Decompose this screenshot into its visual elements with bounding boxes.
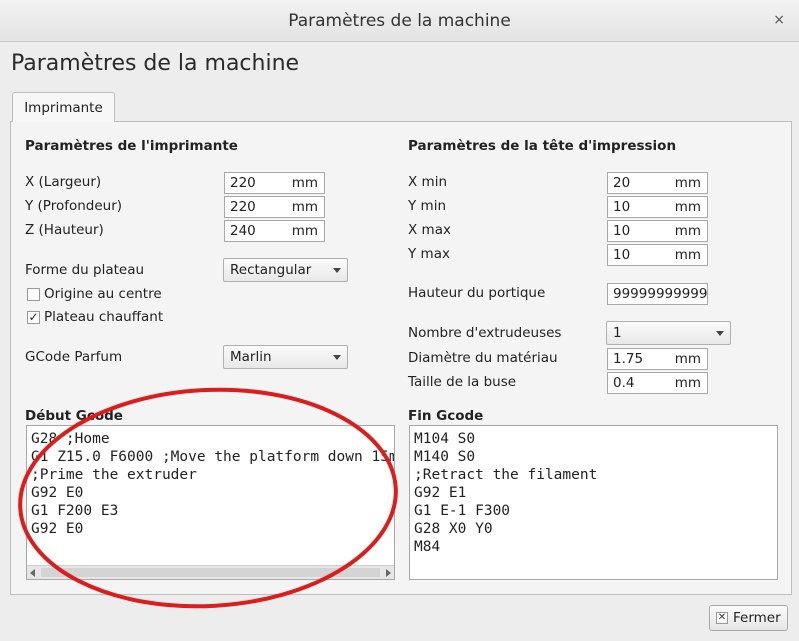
nozzle-size-label: Taille de la buse (408, 374, 517, 390)
ymin-unit: mm (674, 199, 701, 215)
gcode-line: G28 X0 Y0 (414, 521, 493, 537)
origin-center-label: Origine au centre (44, 286, 162, 302)
scroll-left-icon[interactable] (30, 569, 35, 577)
head-settings-heading: Paramètres de la tête d'impression (408, 138, 677, 154)
gcode-flavor-value: Marlin (230, 349, 272, 365)
title-bar: Paramètres de la machine × (0, 0, 799, 42)
xmax-unit: mm (674, 223, 701, 239)
ymax-label: Y max (408, 246, 450, 262)
nozzle-size-value: 0.4 (613, 375, 635, 391)
chevron-down-icon (333, 268, 341, 273)
extruder-count-label: Nombre d'extrudeuses (408, 325, 562, 341)
gcode-line: M104 S0 (414, 431, 476, 447)
xmin-value: 20 (613, 175, 631, 191)
ymax-value: 10 (613, 247, 631, 263)
gantry-height-field[interactable]: 99999999999 (607, 283, 708, 305)
page-title: Paramètres de la machine (11, 51, 300, 76)
y-depth-unit: mm (291, 199, 318, 215)
ymax-field[interactable]: 10 mm (607, 244, 708, 266)
start-gcode-scrollbar[interactable] (27, 565, 394, 579)
z-height-value: 240 (230, 223, 256, 239)
gcode-line: G1 F200 E3 (31, 503, 119, 519)
gcode-line: M84 (414, 539, 441, 555)
heated-bed-checkbox[interactable]: ✓ (27, 311, 40, 324)
material-diameter-field[interactable]: 1.75 mm (607, 348, 708, 370)
start-gcode-label: Début Gcode (25, 408, 123, 424)
heated-bed-label: Plateau chauffant (44, 309, 164, 325)
nozzle-size-field[interactable]: 0.4 mm (607, 372, 708, 394)
gcode-line: G92 E0 (31, 521, 84, 537)
printer-settings-heading: Paramètres de l'imprimante (25, 138, 238, 154)
material-diameter-value: 1.75 (613, 351, 644, 367)
y-depth-label: Y (Profondeur) (25, 198, 123, 214)
x-width-value: 220 (230, 175, 256, 191)
y-depth-value: 220 (230, 199, 256, 215)
gcode-line: G92 E0 (31, 485, 84, 501)
chevron-down-icon (716, 331, 724, 336)
scroll-thumb[interactable] (41, 568, 380, 577)
xmin-label: X min (408, 174, 447, 190)
close-button[interactable]: ✕ Fermer (709, 605, 788, 631)
xmax-value: 10 (613, 223, 631, 239)
gcode-line: G28 ;Home (31, 431, 110, 447)
y-depth-field[interactable]: 220 mm (224, 196, 325, 218)
chevron-down-icon (333, 355, 341, 360)
z-height-label: Z (Hauteur) (25, 222, 104, 238)
z-height-unit: mm (291, 223, 318, 239)
bed-shape-value: Rectangular (230, 262, 312, 278)
gcode-line: G92 E1 (414, 485, 467, 501)
settings-panel: Paramètres de l'imprimante X (Largeur) 2… (10, 121, 792, 595)
xmax-label: X max (408, 222, 451, 238)
end-gcode-label: Fin Gcode (408, 408, 484, 424)
start-gcode-editor[interactable]: G28 ;Home G1 Z15.0 F6000 ;Move the platfo… (26, 425, 395, 580)
x-width-label: X (Largeur) (25, 174, 102, 190)
ymax-unit: mm (674, 247, 701, 263)
ymin-field[interactable]: 10 mm (607, 196, 708, 218)
origin-center-checkbox[interactable] (27, 288, 40, 301)
extruder-count-select[interactable]: 1 (606, 321, 731, 345)
material-diameter-label: Diamètre du matériau (408, 350, 558, 366)
close-icon: ✕ (716, 612, 728, 624)
xmin-unit: mm (674, 175, 701, 191)
gcode-line: M140 S0 (414, 449, 476, 465)
nozzle-size-unit: mm (674, 375, 701, 391)
z-height-field[interactable]: 240 mm (224, 220, 325, 242)
xmax-field[interactable]: 10 mm (607, 220, 708, 242)
scroll-right-icon[interactable] (386, 569, 391, 577)
gcode-line: ;Retract the filament (414, 467, 598, 483)
gcode-flavor-label: GCode Parfum (25, 349, 123, 365)
x-width-unit: mm (291, 175, 318, 191)
bed-shape-label: Forme du plateau (25, 262, 145, 278)
bed-shape-select[interactable]: Rectangular (223, 258, 348, 282)
gcode-line: G1 E-1 F300 (414, 503, 511, 519)
x-width-field[interactable]: 220 mm (224, 172, 325, 194)
gcode-flavor-select[interactable]: Marlin (223, 345, 348, 369)
window-title: Paramètres de la machine (288, 11, 511, 31)
gcode-line: ;Prime the extruder (31, 467, 197, 483)
end-gcode-lines: M104 S0 M140 S0 ;Retract the filament G92 E… (414, 430, 597, 556)
xmin-field[interactable]: 20 mm (607, 172, 708, 194)
close-button-label: Fermer (733, 610, 781, 626)
end-gcode-editor[interactable]: M104 S0 M140 S0 ;Retract the filament G92 E… (409, 425, 778, 580)
extruder-count-value: 1 (613, 325, 622, 341)
ymin-label: Y min (408, 198, 446, 214)
window-close-icon[interactable]: × (773, 12, 785, 28)
material-diameter-unit: mm (674, 351, 701, 367)
ymin-value: 10 (613, 199, 631, 215)
gcode-line: G1 Z15.0 F6000 ;Move the platform down 1… (31, 449, 395, 465)
gantry-height-value: 99999999999 (613, 286, 708, 302)
tab-imprimante[interactable]: Imprimante (12, 92, 115, 122)
gantry-height-label: Hauteur du portique (408, 285, 546, 301)
start-gcode-lines: G28 ;Home G1 Z15.0 F6000 ;Move the platfo… (31, 430, 395, 538)
